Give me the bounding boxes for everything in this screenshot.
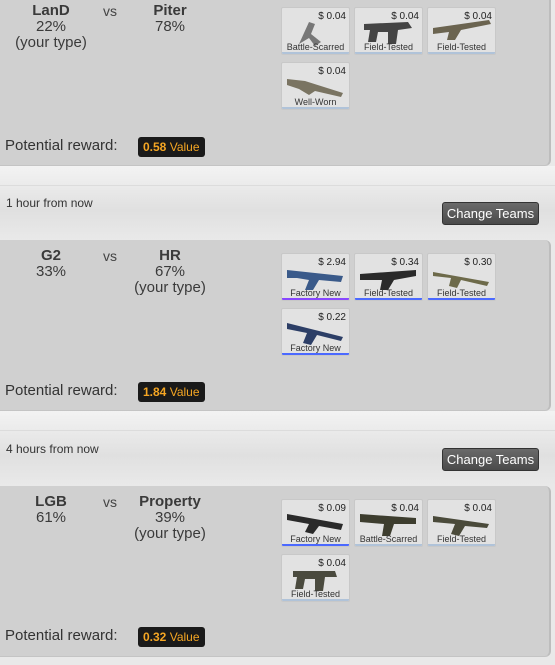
team-a[interactable]: LanD 22% (your type)	[1, 3, 101, 51]
rarity-bar	[282, 599, 349, 601]
skin-item[interactable]: $ 0.22 Factory New	[281, 308, 350, 356]
skin-item[interactable]: $ 0.04 Field-Tested	[427, 499, 496, 547]
vs-label: vs	[103, 248, 117, 264]
skin-item[interactable]: $ 0.34 Field-Tested	[354, 253, 423, 301]
team-b[interactable]: Piter 78%	[120, 3, 220, 35]
reward-amount: 0.32	[143, 630, 167, 644]
item-price: $ 0.04	[391, 11, 419, 22]
vs-label: vs	[103, 494, 117, 510]
match-start-time: 4 hours from now	[6, 442, 99, 456]
item-condition: Battle-Scarred	[359, 534, 418, 544]
item-price: $ 2.94	[318, 257, 346, 268]
skin-item[interactable]: $ 0.04 Battle-Scarred	[354, 499, 423, 547]
reward-unit: Value	[169, 140, 200, 154]
skin-item[interactable]: $ 0.04 Field-Tested	[354, 7, 423, 55]
team-percent: 67%	[154, 263, 186, 280]
team-name: LGB	[35, 493, 67, 510]
item-condition: Field-Tested	[363, 42, 414, 52]
rarity-bar	[282, 298, 349, 300]
match-start-time: 1 hour from now	[6, 196, 93, 210]
rarity-bar	[282, 52, 349, 54]
your-type-label: (your type)	[15, 34, 87, 51]
rarity-bar	[428, 298, 495, 300]
divider	[0, 185, 555, 186]
rarity-bar	[355, 544, 422, 546]
change-teams-button[interactable]: Change Teams	[442, 202, 539, 225]
team-name: G2	[40, 247, 61, 264]
item-condition: Well-Worn	[294, 97, 337, 107]
reward-amount: 0.58	[143, 140, 167, 154]
team-percent: 22%	[35, 18, 67, 35]
reward-unit: Value	[169, 385, 200, 399]
item-price: $ 0.04	[391, 503, 419, 514]
divider	[0, 430, 555, 431]
rarity-bar	[355, 52, 422, 54]
item-condition: Field-Tested	[436, 534, 487, 544]
your-type-label: (your type)	[134, 279, 206, 296]
team-a[interactable]: LGB 61%	[1, 494, 101, 526]
item-price: $ 0.04	[464, 503, 492, 514]
team-percent: 61%	[35, 509, 67, 526]
reward-label: Potential reward:	[5, 627, 118, 644]
rarity-bar	[282, 107, 349, 109]
your-type-label: (your type)	[134, 525, 206, 542]
item-price: $ 0.04	[318, 66, 346, 77]
team-percent: 33%	[35, 263, 67, 280]
reward-amount: 1.84	[143, 385, 167, 399]
team-name: HR	[159, 247, 181, 264]
item-condition: Field-Tested	[436, 288, 487, 298]
team-b[interactable]: Property 39% (your type)	[120, 494, 220, 542]
team-name: Piter	[153, 2, 187, 19]
match-card: LGB 61% vs Property 39% (your type) $ 0.…	[0, 486, 551, 657]
time-separator: 1 hour from now Change Teams	[0, 166, 555, 240]
team-percent: 78%	[154, 18, 186, 35]
team-name: LanD	[32, 2, 70, 19]
vs-label: vs	[103, 3, 117, 19]
item-price: $ 0.34	[391, 257, 419, 268]
team-percent: 39%	[154, 509, 186, 526]
team-b[interactable]: HR 67% (your type)	[120, 248, 220, 296]
reward-label: Potential reward:	[5, 382, 118, 399]
item-condition: Field-Tested	[436, 42, 487, 52]
reward-label: Potential reward:	[5, 137, 118, 154]
rarity-bar	[282, 353, 349, 355]
reward-value-badge: 0.32 Value	[138, 627, 205, 647]
match-card: G2 33% vs HR 67% (your type) $ 2.94 Fact…	[0, 240, 551, 411]
item-price: $ 0.30	[464, 257, 492, 268]
skin-item[interactable]: $ 0.04 Well-Worn	[281, 62, 350, 110]
skin-item[interactable]: $ 0.04 Field-Tested	[281, 554, 350, 602]
item-condition: Field-Tested	[363, 288, 414, 298]
item-condition: Factory New	[290, 288, 341, 298]
item-price: $ 0.04	[318, 11, 346, 22]
reward-unit: Value	[169, 630, 200, 644]
rarity-bar	[428, 52, 495, 54]
skin-item[interactable]: $ 0.30 Field-Tested	[427, 253, 496, 301]
team-a[interactable]: G2 33%	[1, 248, 101, 280]
rarity-bar	[428, 544, 495, 546]
item-condition: Factory New	[290, 343, 341, 353]
reward-value-badge: 1.84 Value	[138, 382, 205, 402]
change-teams-button[interactable]: Change Teams	[442, 448, 539, 471]
skin-item[interactable]: $ 0.09 Factory New	[281, 499, 350, 547]
item-price: $ 0.22	[318, 312, 346, 323]
item-price: $ 0.04	[464, 11, 492, 22]
skin-item[interactable]: $ 0.04 Battle-Scarred	[281, 7, 350, 55]
skin-item[interactable]: $ 0.04 Field-Tested	[427, 7, 496, 55]
reward-value-badge: 0.58 Value	[138, 137, 205, 157]
item-price: $ 0.09	[318, 503, 346, 514]
team-name: Property	[139, 493, 201, 510]
rarity-bar	[282, 544, 349, 546]
item-condition: Battle-Scarred	[286, 42, 345, 52]
time-separator: 4 hours from now Change Teams	[0, 411, 555, 485]
rarity-bar	[355, 298, 422, 300]
item-price: $ 0.04	[318, 558, 346, 569]
match-card: LanD 22% (your type) vs Piter 78% $ 0.04…	[0, 0, 551, 166]
skin-item[interactable]: $ 2.94 Factory New	[281, 253, 350, 301]
item-condition: Field-Tested	[290, 589, 341, 599]
item-condition: Factory New	[290, 534, 341, 544]
